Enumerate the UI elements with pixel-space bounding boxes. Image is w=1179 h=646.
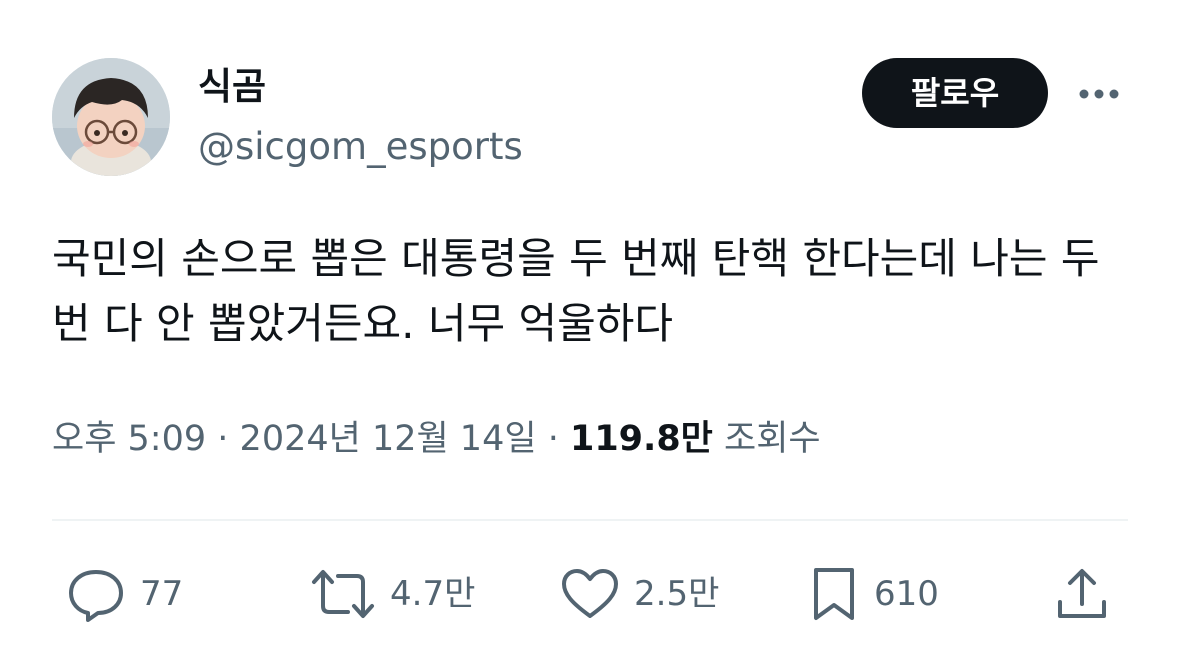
reply-button[interactable]: 77	[66, 566, 183, 622]
bookmark-icon	[814, 568, 854, 620]
share-upload-icon	[1058, 569, 1106, 618]
meta-separator: ·	[217, 419, 229, 459]
divider	[52, 519, 1128, 521]
retweet-count: 4.7만	[390, 574, 476, 614]
like-button[interactable]: 2.5만	[560, 566, 719, 622]
avatar[interactable]	[52, 58, 170, 176]
views-count[interactable]: 119.8만	[570, 419, 713, 459]
author-display-name[interactable]: 식곰	[198, 62, 266, 112]
author-handle[interactable]: @sicgom_esports	[198, 122, 523, 172]
tweet-text: 국민의 손으로 뽑은 대통령을 두 번째 탄핵 한다는데 나는 두 번 다 안 …	[52, 234, 1100, 348]
reply-bubble-icon	[69, 570, 123, 622]
avatar-image	[52, 58, 170, 176]
views-label: 조회수	[724, 419, 821, 459]
retweet-icon	[312, 570, 374, 618]
tweet-time[interactable]: 오후 5:09	[52, 419, 206, 459]
bookmark-count: 610	[874, 574, 939, 614]
like-count: 2.5만	[634, 574, 720, 614]
tweet-date[interactable]: 2024년 12월 14일	[240, 419, 537, 459]
follow-button[interactable]: 팔로우	[862, 58, 1048, 128]
meta-separator: ·	[547, 419, 559, 459]
retweet-button[interactable]: 4.7만	[310, 566, 475, 622]
more-horizontal-icon	[1079, 89, 1119, 99]
tweet-meta: 오후 5:09 · 2024년 12월 14일 · 119.8만 조회수	[52, 414, 821, 464]
tweet-card: 식곰 @sicgom_esports 팔로우 국민의 손으로 뽑은 대통령을 두…	[0, 0, 1179, 646]
reply-count: 77	[140, 574, 184, 614]
heart-icon	[562, 569, 618, 618]
bookmark-button[interactable]: 610	[808, 566, 939, 622]
more-options-button[interactable]	[1074, 76, 1124, 112]
share-button[interactable]	[1054, 566, 1110, 622]
